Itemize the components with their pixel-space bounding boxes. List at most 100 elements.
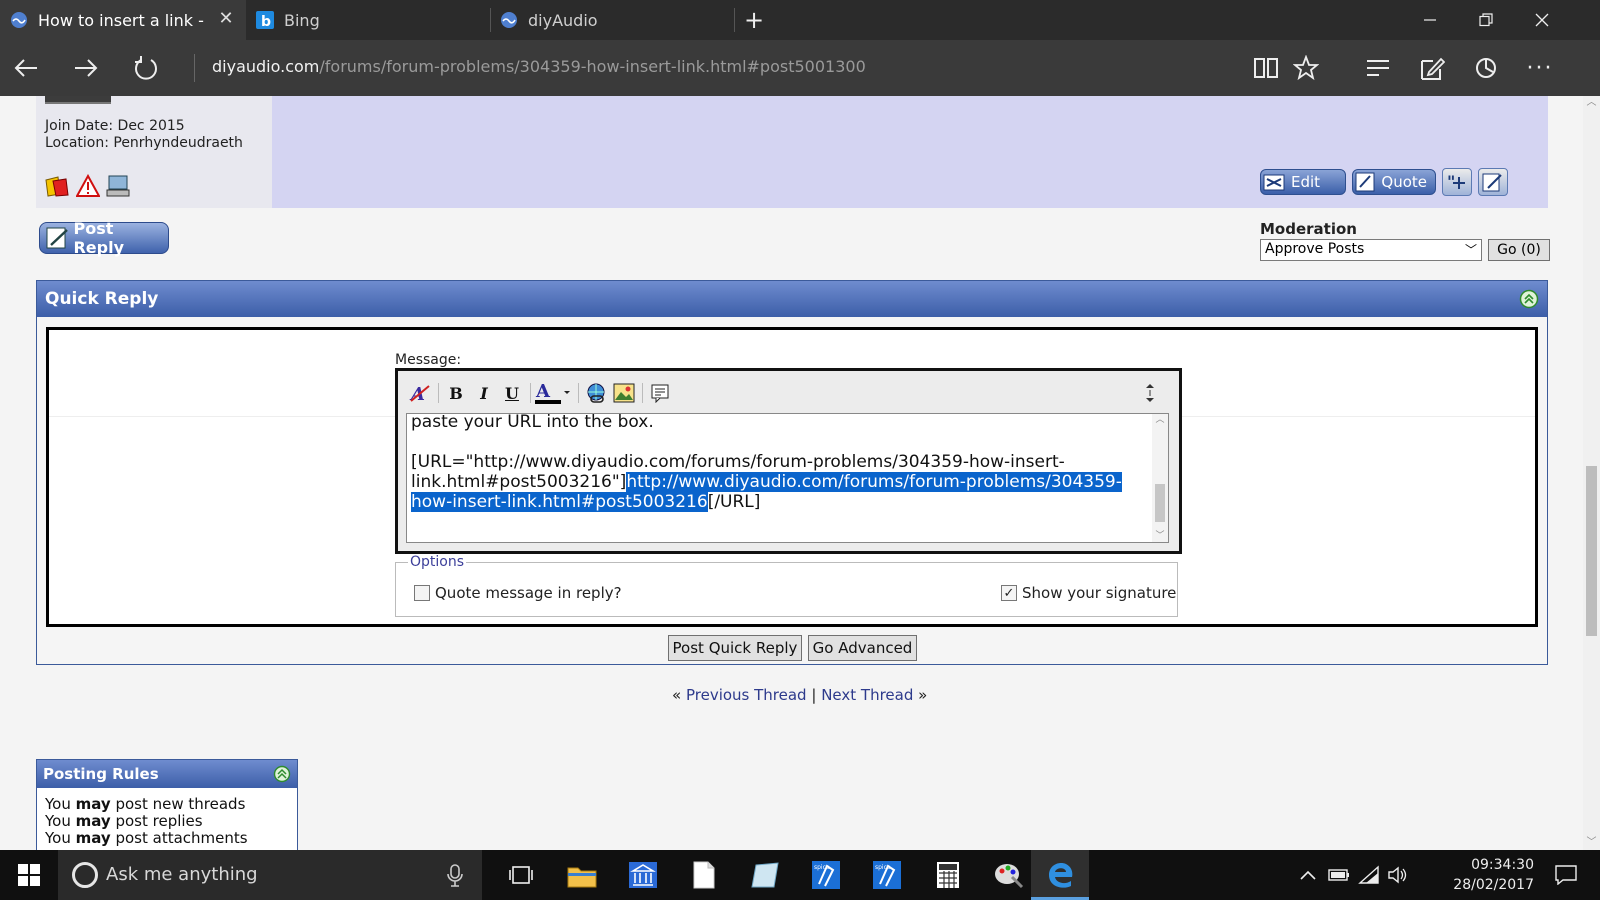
web-note-icon[interactable]	[1412, 48, 1452, 88]
scroll-down-icon[interactable]: ﹀	[1152, 530, 1168, 542]
cortana-search-box[interactable]: Ask me anything	[58, 850, 482, 900]
collapse-icon[interactable]	[1519, 289, 1539, 309]
italic-icon[interactable]: I	[472, 382, 496, 404]
post-quick-reply-button[interactable]: Post Quick Reply	[668, 635, 802, 661]
computer-icon	[106, 174, 132, 198]
message-line: paste your URL into the box.	[411, 413, 654, 432]
svg-text:A: A	[535, 381, 551, 402]
collapse-icon[interactable]	[273, 765, 291, 783]
tab-bing[interactable]: b Bing	[246, 0, 490, 40]
moderation-go-button[interactable]: Go (0)	[1488, 239, 1550, 261]
forward-icon[interactable]	[66, 48, 106, 88]
edit-label: Edit	[1291, 173, 1321, 191]
multi-quote-button[interactable]: "	[1442, 168, 1472, 196]
battery-icon[interactable]	[1327, 863, 1351, 887]
tab-label: How to insert a link - di	[38, 10, 208, 30]
toolbar-divider	[578, 383, 579, 403]
toolbar-divider	[438, 383, 439, 403]
tab-label: Bing	[284, 10, 320, 30]
task-view-icon[interactable]	[492, 850, 550, 900]
message-text: link.html#post5003216"]	[411, 472, 627, 492]
quote-button[interactable]: Quote	[1352, 169, 1436, 195]
edge-browser-icon[interactable]	[1031, 850, 1089, 900]
close-window-icon[interactable]	[1514, 0, 1570, 40]
address-bar: diyaudio.com/forums/forum-problems/30435…	[0, 40, 1600, 96]
options-legend: Options	[408, 554, 467, 570]
scrollbar-thumb[interactable]	[1155, 484, 1165, 522]
microphone-icon[interactable]	[442, 862, 468, 888]
back-icon[interactable]	[6, 48, 46, 88]
quick-reply-header: Quick Reply	[37, 281, 1547, 317]
action-center-icon[interactable]	[1554, 863, 1578, 887]
share-icon[interactable]	[1466, 48, 1506, 88]
url-field[interactable]: diyaudio.com/forums/forum-problems/30435…	[212, 57, 866, 76]
message-editor: A B I U A paste your URL into the box. […	[395, 368, 1182, 554]
page-scrollbar[interactable]: ︿ ﹀	[1583, 96, 1600, 850]
library-app-icon[interactable]	[614, 850, 672, 900]
editor-scrollbar[interactable]: ︿ ﹀	[1152, 414, 1168, 542]
close-tab-icon[interactable]: ✕	[216, 9, 236, 29]
ltspice-icon[interactable]: spice	[797, 850, 855, 900]
scroll-down-icon[interactable]: ﹀	[1583, 836, 1600, 850]
posting-rules-panel: Posting Rules You may post new threads Y…	[36, 759, 298, 850]
signature-checkbox[interactable]: ✓	[1001, 585, 1017, 601]
document-icon[interactable]	[675, 850, 733, 900]
underline-icon[interactable]: U	[500, 382, 524, 404]
award-icon	[44, 174, 70, 198]
svg-text:spice: spice	[814, 864, 830, 871]
insert-link-icon[interactable]	[584, 382, 608, 404]
quote-option[interactable]: Quote message in reply?	[414, 584, 622, 602]
volume-icon[interactable]	[1386, 863, 1410, 887]
paint-app-icon[interactable]	[980, 850, 1038, 900]
insert-image-icon[interactable]	[612, 382, 636, 404]
quote-checkbox[interactable]	[414, 585, 430, 601]
user-info-panel: Join Date: Dec 2015 Location: Penrhyndeu…	[36, 96, 272, 208]
show-hidden-icons-icon[interactable]	[1296, 863, 1320, 887]
windows-start-button[interactable]	[0, 850, 58, 900]
go-advanced-button[interactable]: Go Advanced	[808, 635, 917, 661]
post-reply-label: Post Reply	[73, 219, 125, 257]
rule-emphasis: may	[75, 829, 111, 847]
font-color-icon[interactable]: A	[534, 381, 574, 404]
reading-view-icon[interactable]	[1246, 48, 1286, 88]
remove-format-icon[interactable]: A	[408, 382, 432, 404]
message-textarea[interactable]: paste your URL into the box. [URL="http:…	[406, 413, 1169, 543]
pencil-icon	[1482, 173, 1502, 192]
more-icon[interactable]: ···	[1520, 48, 1560, 88]
tab-diyaudio[interactable]: diyAudio	[490, 0, 734, 40]
moderation-select[interactable]: Approve Posts ﹀	[1260, 239, 1482, 261]
resize-editor-icon[interactable]	[1142, 382, 1158, 404]
multi-quote-icon: "	[1447, 172, 1465, 191]
wifi-icon[interactable]	[1357, 863, 1381, 887]
scrollbar-thumb[interactable]	[1586, 466, 1597, 636]
edit-button[interactable]: Edit	[1260, 169, 1346, 195]
previous-thread-link[interactable]: Previous Thread	[686, 686, 807, 704]
next-thread-link[interactable]: Next Thread	[821, 686, 913, 704]
system-clock[interactable]: 09:34:30 28/02/2017	[1434, 855, 1534, 895]
bing-icon: b	[256, 11, 274, 29]
posting-rules-title: Posting Rules	[43, 765, 159, 783]
bold-icon[interactable]: B	[444, 382, 468, 404]
signature-option-label: Show your signature	[1022, 584, 1177, 602]
new-tab-icon[interactable]: +	[734, 0, 774, 40]
restore-icon[interactable]	[1458, 0, 1514, 40]
thread-navigation: « Previous Thread | Next Thread »	[672, 686, 927, 704]
signature-option[interactable]: ✓ Show your signature	[1001, 584, 1176, 602]
ltspice-xvii-icon[interactable]: spice	[858, 850, 916, 900]
favorite-star-icon[interactable]	[1286, 48, 1326, 88]
notes-app-icon[interactable]	[736, 850, 794, 900]
rule-emphasis: may	[75, 812, 111, 830]
refresh-icon[interactable]	[126, 48, 166, 88]
search-placeholder: Ask me anything	[106, 864, 258, 885]
wrap-quote-icon[interactable]	[648, 382, 672, 404]
scroll-up-icon[interactable]: ︿	[1152, 414, 1168, 426]
calculator-icon[interactable]	[919, 850, 977, 900]
scroll-up-icon[interactable]: ︿	[1583, 96, 1600, 110]
page-viewport: Join Date: Dec 2015 Location: Penrhyndeu…	[0, 96, 1583, 850]
tab-how-to-insert-link[interactable]: How to insert a link - di ✕	[0, 0, 246, 40]
quick-reply-button[interactable]	[1478, 168, 1508, 196]
hub-icon[interactable]	[1358, 48, 1398, 88]
minimize-icon[interactable]	[1402, 0, 1458, 40]
post-reply-button[interactable]: Post Reply	[39, 219, 169, 257]
file-explorer-icon[interactable]	[553, 850, 611, 900]
